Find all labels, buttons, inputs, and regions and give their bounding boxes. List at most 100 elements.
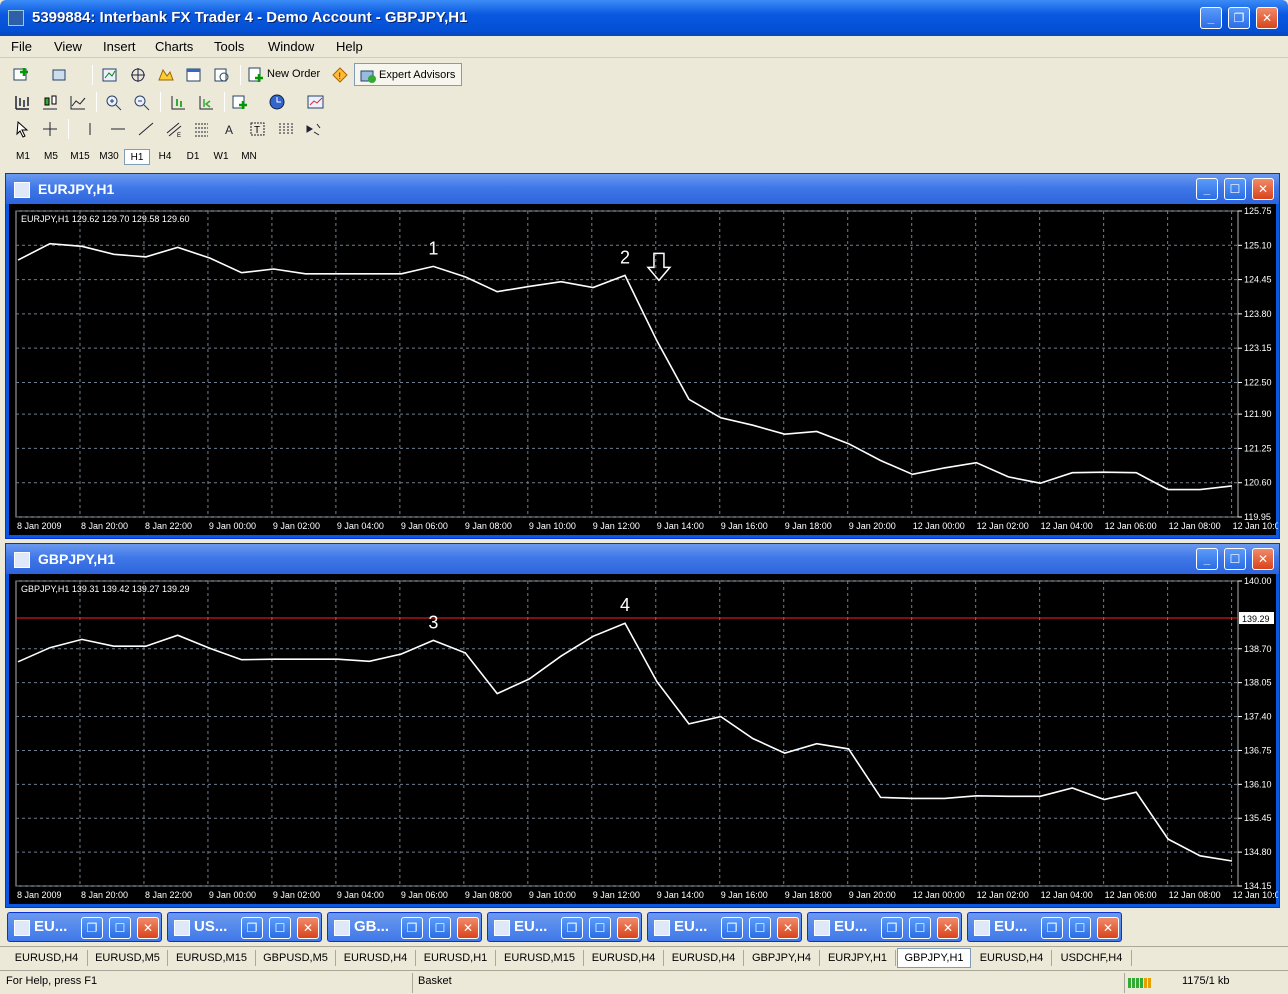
menu-tools[interactable]: Tools: [214, 39, 244, 54]
minimized-chart[interactable]: EU... ❐ ☐ ✕: [7, 912, 162, 942]
timeframe-w1[interactable]: W1: [208, 149, 234, 165]
new-order-icon[interactable]: [246, 66, 266, 84]
timeframe-h1[interactable]: H1: [124, 149, 150, 165]
arrows-icon[interactable]: [304, 120, 324, 138]
maximize-icon[interactable]: ☐: [749, 917, 771, 939]
chart-close-button[interactable]: ✕: [1252, 178, 1274, 200]
close-icon[interactable]: ✕: [617, 917, 639, 939]
close-icon[interactable]: ✕: [297, 917, 319, 939]
chart-tab[interactable]: USDCHF,H4: [1052, 950, 1132, 966]
maximize-icon[interactable]: ☐: [269, 917, 291, 939]
timeframe-m15[interactable]: M15: [66, 149, 94, 165]
bar-chart-icon[interactable]: [12, 93, 32, 111]
zoom-in-icon[interactable]: [104, 93, 124, 111]
fibonacci-icon[interactable]: [192, 120, 212, 138]
terminal-icon[interactable]: [184, 66, 204, 84]
close-icon[interactable]: ✕: [777, 917, 799, 939]
restore-icon[interactable]: ❐: [721, 917, 743, 939]
maximize-icon[interactable]: ☐: [589, 917, 611, 939]
restore-icon[interactable]: ❐: [81, 917, 103, 939]
restore-button[interactable]: ❐: [1228, 7, 1250, 29]
minimized-chart[interactable]: EU... ❐ ☐ ✕: [647, 912, 802, 942]
minimized-chart[interactable]: EU... ❐ ☐ ✕: [487, 912, 642, 942]
chart-area[interactable]: 8 Jan 2009 8 Jan 20:00 8 Jan 22:00 9 Jan 00…: [9, 204, 1285, 535]
close-icon[interactable]: ✕: [1097, 917, 1119, 939]
minimized-chart[interactable]: GB... ❐ ☐ ✕: [327, 912, 482, 942]
chart-tab[interactable]: EURUSD,M15: [168, 950, 256, 966]
timeframe-mn[interactable]: MN: [236, 149, 262, 165]
minimized-chart[interactable]: EU... ❐ ☐ ✕: [967, 912, 1122, 942]
chart-tab[interactable]: EURUSD,H4: [584, 950, 664, 966]
chart-tab[interactable]: GBPUSD,M5: [256, 950, 336, 966]
chart-tab[interactable]: EURUSD,M15: [496, 950, 584, 966]
chart-tab[interactable]: EURUSD,H4: [336, 950, 416, 966]
chart-shift-icon[interactable]: [196, 93, 216, 111]
text-icon[interactable]: A: [220, 120, 240, 138]
vertical-line-icon[interactable]: [80, 120, 100, 138]
chart-tab[interactable]: EURUSD,H4: [6, 950, 88, 966]
navigator-icon[interactable]: [156, 66, 176, 84]
trendline-icon[interactable]: [136, 120, 156, 138]
maximize-icon[interactable]: ☐: [109, 917, 131, 939]
maximize-icon[interactable]: ☐: [909, 917, 931, 939]
close-icon[interactable]: ✕: [937, 917, 959, 939]
chart-tab[interactable]: EURUSD,H1: [416, 950, 496, 966]
eurjpy-chart[interactable]: 8 Jan 2009 8 Jan 20:00 8 Jan 22:00 9 Jan 00…: [9, 204, 1285, 534]
channel-icon[interactable]: E: [164, 120, 184, 139]
minimized-chart[interactable]: US... ❐ ☐ ✕: [167, 912, 322, 942]
chart-minimize-button[interactable]: _: [1196, 548, 1218, 570]
timeframe-m30[interactable]: M30: [95, 149, 123, 165]
close-button[interactable]: ✕: [1256, 7, 1278, 29]
chart-tab[interactable]: EURJPY,H1: [820, 950, 896, 966]
templates-icon[interactable]: [306, 93, 326, 111]
chart-maximize-button[interactable]: ☐: [1224, 178, 1246, 200]
new-chart-icon[interactable]: [12, 66, 32, 84]
horizontal-line-icon[interactable]: [108, 120, 128, 138]
chart-area[interactable]: 8 Jan 2009 8 Jan 20:00 8 Jan 22:00 9 Jan 00…: [9, 574, 1285, 904]
maximize-icon[interactable]: ☐: [1069, 917, 1091, 939]
chart-maximize-button[interactable]: ☐: [1224, 548, 1246, 570]
chart-minimize-button[interactable]: _: [1196, 178, 1218, 200]
gbpjpy-chart[interactable]: 8 Jan 2009 8 Jan 20:00 8 Jan 22:00 9 Jan 00…: [9, 574, 1285, 903]
restore-icon[interactable]: ❐: [1041, 917, 1063, 939]
text-label-icon[interactable]: T: [248, 120, 268, 138]
market-watch-icon[interactable]: [100, 66, 120, 84]
zoom-out-icon[interactable]: [132, 93, 152, 111]
restore-icon[interactable]: ❐: [561, 917, 583, 939]
data-window-icon[interactable]: [128, 66, 148, 84]
candlestick-icon[interactable]: [40, 93, 60, 111]
metaeditor-icon[interactable]: !: [330, 66, 350, 84]
tester-icon[interactable]: [212, 66, 232, 84]
menu-view[interactable]: View: [54, 39, 82, 54]
fibo-lines-icon[interactable]: [276, 120, 296, 138]
restore-icon[interactable]: ❐: [881, 917, 903, 939]
chart-tab[interactable]: EURUSD,M5: [88, 950, 168, 966]
menu-insert[interactable]: Insert: [103, 39, 136, 54]
expert-advisors-toggle[interactable]: Expert Advisors: [354, 63, 462, 86]
timeframe-m1[interactable]: M1: [10, 149, 36, 165]
line-chart-icon[interactable]: [68, 93, 88, 111]
chart-tab[interactable]: GBPJPY,H4: [744, 950, 820, 966]
chart-tab[interactable]: EURUSD,H4: [664, 950, 744, 966]
timeframe-m5[interactable]: M5: [38, 149, 64, 165]
cursor-icon[interactable]: [12, 120, 32, 138]
profiles-icon[interactable]: [50, 66, 70, 84]
menu-file[interactable]: File: [11, 39, 32, 54]
menu-window[interactable]: Window: [268, 39, 314, 54]
close-icon[interactable]: ✕: [137, 917, 159, 939]
minimized-chart[interactable]: EU... ❐ ☐ ✕: [807, 912, 962, 942]
chart-tab[interactable]: EURUSD,H4: [972, 950, 1052, 966]
crosshair-icon[interactable]: [40, 120, 60, 138]
timeframe-h4[interactable]: H4: [152, 149, 178, 165]
maximize-icon[interactable]: ☐: [429, 917, 451, 939]
close-icon[interactable]: ✕: [457, 917, 479, 939]
new-order-button[interactable]: New Order: [267, 68, 320, 80]
periods-icon[interactable]: [268, 93, 288, 111]
indicators-icon[interactable]: [230, 93, 250, 111]
chart-tab-active[interactable]: GBPJPY,H1: [897, 948, 971, 968]
restore-icon[interactable]: ❐: [401, 917, 423, 939]
timeframe-d1[interactable]: D1: [180, 149, 206, 165]
minimize-button[interactable]: _: [1200, 7, 1222, 29]
chart-close-button[interactable]: ✕: [1252, 548, 1274, 570]
auto-scroll-icon[interactable]: [168, 93, 188, 111]
